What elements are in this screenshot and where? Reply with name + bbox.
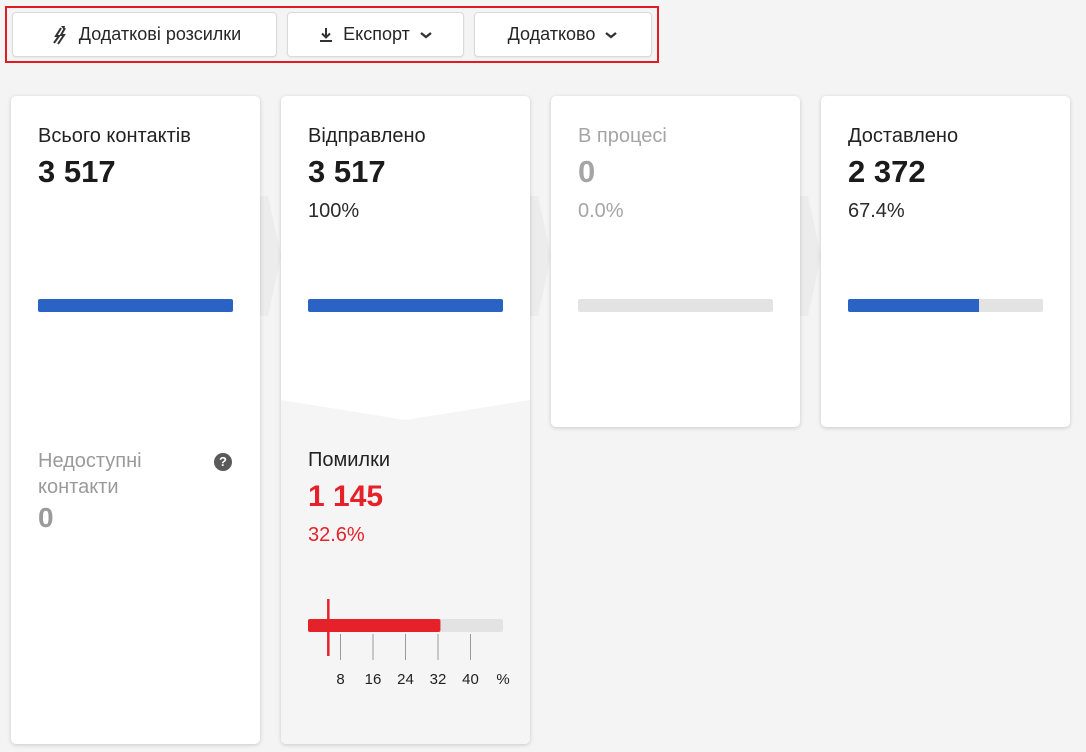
total-contacts-card: Всього контактів 3 517 Недоступні контак… bbox=[11, 96, 260, 744]
total-contacts-label: Всього контактів bbox=[38, 125, 191, 147]
delivered-percent: 67.4% bbox=[848, 200, 905, 222]
total-contacts-value: 3 517 bbox=[38, 154, 116, 189]
sent-bar bbox=[308, 299, 503, 312]
errors-label: Помилки bbox=[308, 449, 391, 471]
chevron-down-icon bbox=[604, 30, 618, 40]
more-dropdown-button[interactable]: Додатково bbox=[474, 12, 652, 57]
lightning-arrows-icon bbox=[48, 24, 70, 46]
additional-mailings-label: Додаткові розсилки bbox=[78, 24, 242, 44]
export-label: Експорт bbox=[343, 24, 410, 44]
in-progress-value: 0 bbox=[578, 154, 596, 189]
errors-gauge: 8 16 24 32 40% bbox=[308, 599, 510, 688]
errors-axis-unit: % bbox=[496, 671, 509, 688]
sent-card: Відправлено 3 517 100% Помилки 1 145 32.… bbox=[281, 96, 530, 744]
errors-axis-tick-label: 16 bbox=[365, 671, 382, 688]
errors-axis-tick-label: 40 bbox=[462, 671, 479, 688]
in-progress-bar bbox=[578, 299, 773, 312]
delivered-label: Доставлено bbox=[848, 125, 959, 147]
errors-value: 1 145 bbox=[308, 480, 384, 513]
errors-percent: 32.6% bbox=[308, 524, 365, 546]
funnel-connector bbox=[800, 196, 821, 316]
sent-percent: 100% bbox=[308, 200, 360, 222]
download-icon bbox=[318, 26, 334, 44]
errors-axis-tick-label: 24 bbox=[397, 671, 414, 688]
funnel-connector bbox=[530, 196, 551, 316]
delivered-value: 2 372 bbox=[848, 154, 926, 189]
more-label: Додатково bbox=[507, 24, 596, 44]
action-toolbar: Додаткові розсилки Експорт Додатково bbox=[5, 6, 659, 63]
unavailable-contacts-label: Недоступні контакти bbox=[38, 450, 142, 498]
in-progress-percent: 0.0% bbox=[578, 200, 624, 222]
unavailable-contacts-value: 0 bbox=[38, 502, 54, 533]
errors-axis-tick-label: 8 bbox=[336, 671, 344, 688]
in-progress-label: В процесі bbox=[578, 125, 667, 147]
additional-mailings-button[interactable]: Додаткові розсилки bbox=[12, 12, 277, 57]
question-icon[interactable]: ? bbox=[214, 453, 232, 471]
funnel-connector bbox=[260, 196, 281, 316]
sent-value: 3 517 bbox=[308, 154, 386, 189]
chevron-down-icon bbox=[419, 30, 433, 40]
delivered-card: Доставлено 2 372 67.4% bbox=[821, 96, 1070, 427]
delivered-bar bbox=[848, 299, 1043, 312]
sent-label: Відправлено bbox=[308, 125, 426, 147]
total-contacts-bar bbox=[38, 299, 233, 312]
in-progress-card: В процесі 0 0.0% bbox=[551, 96, 800, 427]
export-dropdown-button[interactable]: Експорт bbox=[287, 12, 464, 57]
errors-axis-tick-label: 32 bbox=[430, 671, 447, 688]
